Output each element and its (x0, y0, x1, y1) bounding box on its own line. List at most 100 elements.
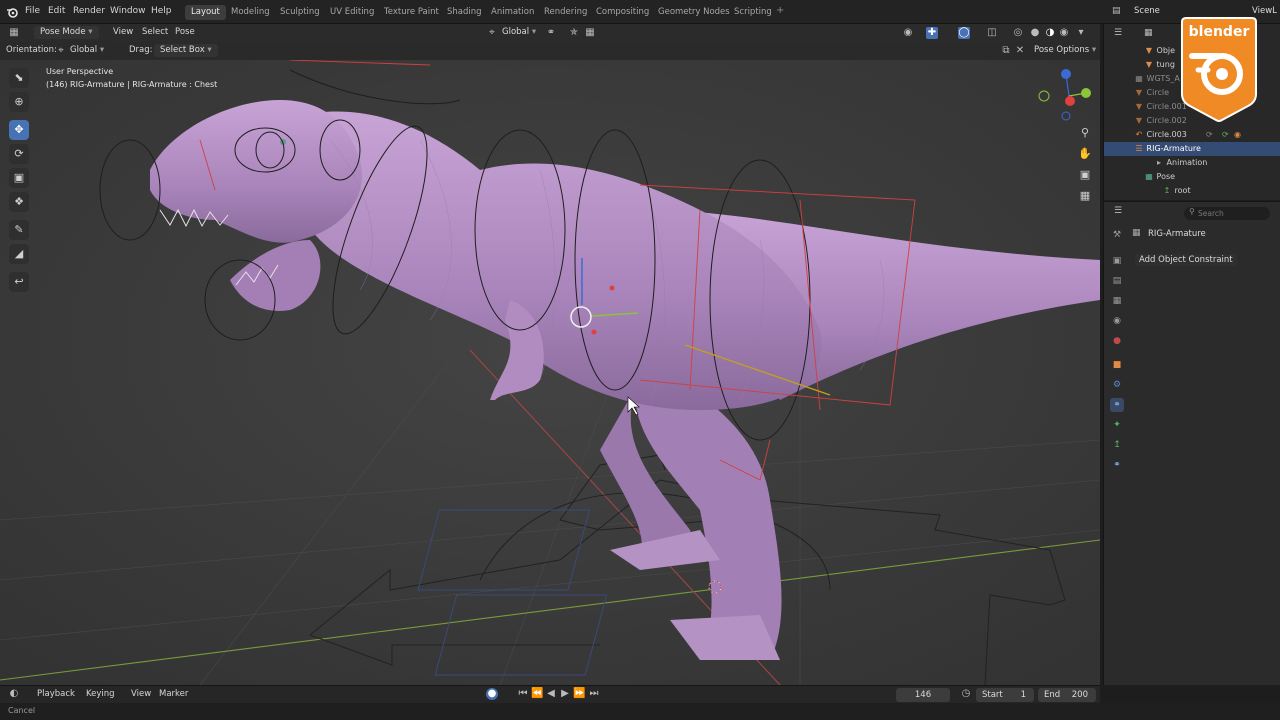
tool-tab-icon[interactable]: ⚒ (1110, 228, 1124, 242)
outliner-row[interactable]: ↥ root (1104, 184, 1280, 198)
menu-pose[interactable]: Pose (175, 27, 195, 37)
armature-data-tab-icon[interactable]: ✦ (1110, 418, 1124, 432)
move-tool-icon[interactable]: ✥ (9, 120, 29, 140)
blender-app-icon[interactable] (6, 6, 18, 18)
preview-range-clock-icon[interactable]: ◷ (960, 688, 972, 700)
menu-playback[interactable]: Playback (37, 689, 75, 699)
modifier-icon[interactable]: ⟳ (1206, 128, 1213, 142)
snap-icon[interactable]: ✯ (568, 27, 580, 39)
object-tab-icon[interactable]: ■ (1110, 358, 1124, 372)
shading-wireframe-icon[interactable]: ◎ (1012, 27, 1024, 39)
viewport-canvas[interactable] (0, 60, 1100, 685)
output-tab-icon[interactable]: ▤ (1110, 274, 1124, 288)
scene-tab-icon[interactable]: ◉ (1110, 314, 1124, 328)
select-box-tool-icon[interactable]: ⬊ (9, 68, 29, 88)
menu-window[interactable]: Window (110, 6, 146, 16)
menu-timeline-view[interactable]: View (131, 689, 151, 699)
tab-modeling[interactable]: Modeling (225, 5, 276, 20)
auto-keying-icon[interactable]: ● (486, 688, 498, 700)
object-constraint-tab-icon[interactable]: ⚭ (1110, 398, 1124, 412)
3d-viewport[interactable]: User Perspective (146) RIG-Armature | RI… (0, 60, 1100, 685)
outliner-row[interactable]: ↶ Circle.003 ⟳ ⟳ ◉ (1104, 128, 1280, 142)
play-icon[interactable]: ▶ (559, 688, 571, 700)
render-tab-icon[interactable]: ▣ (1110, 254, 1124, 268)
tab-texture-paint[interactable]: Texture Paint (378, 5, 445, 20)
tab-geometry-nodes[interactable]: Geometry Nodes (652, 5, 736, 20)
current-frame-field[interactable]: 146 (896, 688, 950, 702)
tab-layout[interactable]: Layout (185, 5, 226, 20)
view-layer-tab-icon[interactable]: ▦ (1110, 294, 1124, 308)
start-frame-field[interactable]: Start 1 (976, 688, 1034, 702)
properties-editor-icon[interactable]: ☰ (1114, 206, 1122, 216)
pose-options-dropdown[interactable]: Pose Options (1028, 44, 1102, 57)
outliner-row[interactable]: ▸ Animation (1104, 156, 1280, 170)
tab-sculpting[interactable]: Sculpting (274, 5, 326, 20)
tab-shading[interactable]: Shading (441, 5, 488, 20)
menu-view[interactable]: View (113, 27, 133, 37)
outliner-display-mode-icon[interactable]: ▦ (1144, 28, 1153, 38)
bone-tool-icon[interactable]: ↩ (9, 272, 29, 292)
measure-tool-icon[interactable]: ◢ (9, 244, 29, 264)
rotate-tool-icon[interactable]: ⟳ (9, 144, 29, 164)
menu-file[interactable]: File (25, 6, 40, 16)
mirror-icon[interactable]: ⧉ (1000, 45, 1012, 57)
shading-material-icon[interactable]: ◑ (1044, 27, 1056, 39)
scene-icon[interactable]: ▤ (1112, 6, 1121, 16)
editor-type-icon[interactable]: ▦ (8, 27, 20, 39)
menu-render[interactable]: Render (73, 6, 105, 16)
transform-orientation-dropdown[interactable]: Global (496, 26, 542, 39)
tab-animation[interactable]: Animation (485, 5, 540, 20)
transform-tool-icon[interactable]: ❖ (9, 192, 29, 212)
bone-tab-icon[interactable]: ↥ (1110, 438, 1124, 452)
ortho-grid-icon[interactable]: ▦ (1077, 188, 1093, 204)
tab-uv-editing[interactable]: UV Editing (324, 5, 380, 20)
mode-dropdown[interactable]: Pose Mode (34, 26, 99, 39)
add-object-constraint-button[interactable]: Add Object Constraint (1135, 254, 1237, 266)
play-reverse-icon[interactable]: ◀ (545, 688, 557, 700)
close-x-icon[interactable]: ✕ (1014, 45, 1026, 57)
add-workspace-icon[interactable]: + (776, 5, 784, 16)
menu-edit[interactable]: Edit (48, 6, 65, 16)
object-data-icon[interactable]: ◉ (1234, 128, 1241, 142)
outliner-editor-icon[interactable]: ☰ (1114, 28, 1122, 38)
bone-constraint-tab-icon[interactable]: ⚭ (1110, 458, 1124, 472)
gizmo-x-handle-neg[interactable] (591, 329, 597, 335)
overlay-toggle-icon[interactable]: ◯ (958, 27, 970, 39)
jump-keyframe-forward-icon[interactable]: ⏩ (573, 688, 585, 700)
outliner-row[interactable]: ▦ Pose (1104, 170, 1280, 184)
menu-select[interactable]: Select (142, 27, 168, 37)
end-frame-field[interactable]: End 200 (1038, 688, 1096, 702)
scene-name[interactable]: Scene (1134, 6, 1160, 16)
tab-rendering[interactable]: Rendering (538, 5, 593, 20)
visibility-icon[interactable]: ◉ (902, 27, 914, 39)
scale-tool-icon[interactable]: ▣ (9, 168, 29, 188)
view-layer-name[interactable]: ViewL (1252, 6, 1277, 16)
gizmo-toggle-icon[interactable]: ✚ (926, 27, 938, 39)
jump-end-icon[interactable]: ⏭ (588, 688, 600, 700)
world-tab-icon[interactable]: ● (1110, 334, 1124, 348)
timeline-editor-icon[interactable]: ◐ (8, 688, 20, 700)
tab-scripting[interactable]: Scripting (728, 5, 778, 20)
gizmo-x-handle[interactable] (609, 285, 615, 291)
constraint-icon[interactable]: ⟳ (1222, 128, 1229, 142)
zoom-icon[interactable]: ⚲ (1077, 125, 1093, 141)
tab-compositing[interactable]: Compositing (590, 5, 655, 20)
cursor-tool-icon[interactable]: ⊕ (9, 92, 29, 112)
nav-y-axis[interactable] (1081, 88, 1091, 98)
shading-solid-icon[interactable]: ● (1029, 27, 1041, 39)
nav-x-axis[interactable] (1065, 96, 1075, 106)
pivot-icon[interactable]: ⚭ (545, 27, 557, 39)
jump-keyframe-back-icon[interactable]: ⏪ (531, 688, 543, 700)
camera-view-icon[interactable]: ▣ (1077, 167, 1093, 183)
snap-target-icon[interactable]: ▦ (584, 27, 596, 39)
modifier-tab-icon[interactable]: ⚙ (1110, 378, 1124, 392)
jump-start-icon[interactable]: ⏮ (517, 688, 529, 700)
nav-z-axis[interactable] (1061, 69, 1071, 79)
menu-keying[interactable]: Keying (86, 689, 115, 699)
shading-rendered-icon[interactable]: ◉ (1058, 27, 1070, 39)
properties-search-input[interactable]: Search (1184, 207, 1270, 220)
shading-options-icon[interactable]: ▾ (1075, 27, 1087, 39)
orientation-dropdown[interactable]: Global (64, 44, 122, 57)
annotate-tool-icon[interactable]: ✎ (9, 220, 29, 240)
outliner-row-selected[interactable]: ☰ RIG-Armature (1104, 142, 1280, 156)
